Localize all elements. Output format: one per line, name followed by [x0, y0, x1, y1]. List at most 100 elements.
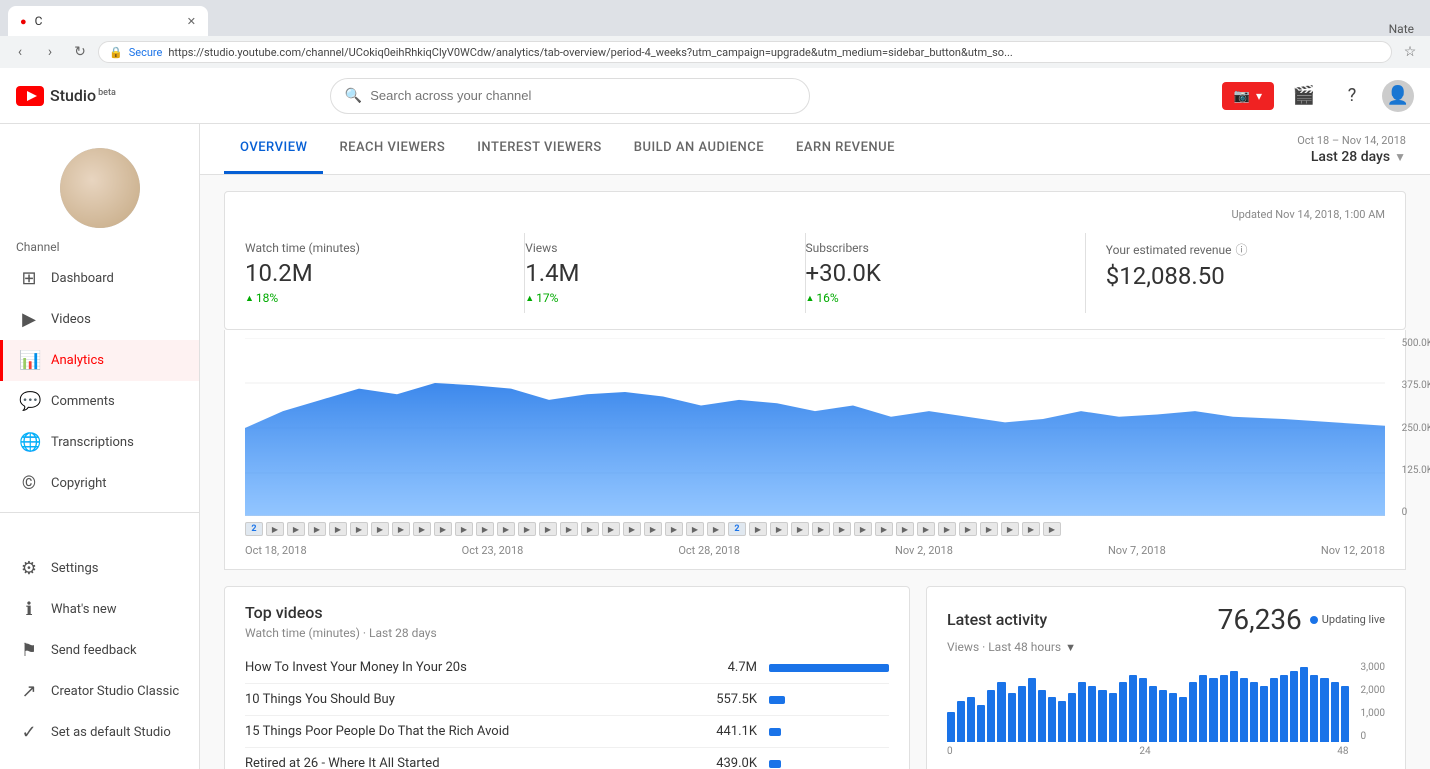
forward-button[interactable]: ›	[38, 40, 62, 64]
video-marker[interactable]: ▶	[518, 522, 536, 536]
back-button[interactable]: ‹	[8, 40, 32, 64]
video-name[interactable]: 10 Things You Should Buy	[245, 692, 695, 707]
video-marker[interactable]: ▶	[707, 522, 725, 536]
sidebar-item-copyright[interactable]: © Copyright	[0, 463, 199, 504]
video-marker[interactable]: ▶	[791, 522, 809, 536]
tab-reach-viewers[interactable]: Reach Viewers	[323, 124, 461, 174]
video-name[interactable]: How To Invest Your Money In Your 20s	[245, 660, 695, 675]
video-marker[interactable]: ▶	[854, 522, 872, 536]
live-status: 76,236 Updating live	[1218, 603, 1385, 636]
help-button[interactable]: ?	[1334, 78, 1370, 114]
tab-interest-viewers[interactable]: Interest Viewers	[461, 124, 618, 174]
channel-avatar[interactable]	[60, 148, 140, 228]
video-camera-button[interactable]: 🎬	[1286, 78, 1322, 114]
sidebar-item-comments[interactable]: 💬 Comments	[0, 381, 199, 422]
video-marker[interactable]: ▶	[1022, 522, 1040, 536]
video-marker[interactable]: ▶	[1001, 522, 1019, 536]
video-name[interactable]: 15 Things Poor People Do That the Rich A…	[245, 724, 695, 739]
video-marker[interactable]: ▶	[686, 522, 704, 536]
address-bar[interactable]: 🔒 Secure https://studio.youtube.com/chan…	[98, 41, 1392, 63]
video-marker[interactable]: ▶	[1043, 522, 1061, 536]
activity-bar	[1058, 701, 1066, 742]
tab-close-button[interactable]: ✕	[187, 15, 196, 28]
bookmark-button[interactable]: ☆	[1398, 40, 1422, 64]
video-marker[interactable]: ▶	[476, 522, 494, 536]
sidebar-item-settings[interactable]: ⚙ Settings	[0, 548, 199, 589]
video-marker[interactable]: ▶	[266, 522, 284, 536]
sidebar-item-videos[interactable]: ▶ Videos	[0, 299, 199, 340]
video-marker[interactable]: ▶	[329, 522, 347, 536]
logo[interactable]: Studio beta	[16, 86, 116, 106]
activity-subtitle: Views · Last 48 hours ▼	[947, 640, 1385, 654]
sidebar-item-feedback[interactable]: ⚑ Send feedback	[0, 630, 199, 671]
search-input[interactable]	[370, 88, 795, 103]
top-videos-panel: Top videos Watch time (minutes) · Last 2…	[224, 586, 910, 769]
activity-bar	[947, 712, 955, 742]
video-marker[interactable]: ▶	[350, 522, 368, 536]
sidebar-label-feedback: Send feedback	[51, 643, 137, 658]
sidebar-item-creator-classic[interactable]: ↗ Creator Studio Classic	[0, 671, 199, 712]
activity-bar	[977, 705, 985, 743]
video-marker[interactable]: 2	[245, 522, 263, 536]
video-marker[interactable]: ▶	[602, 522, 620, 536]
video-marker[interactable]: ▶	[308, 522, 326, 536]
video-marker[interactable]: ▶	[959, 522, 977, 536]
video-marker[interactable]: ▶	[917, 522, 935, 536]
transcriptions-icon: 🌐	[19, 432, 39, 453]
tab-overview[interactable]: Overview	[224, 124, 323, 174]
video-marker[interactable]: ▶	[371, 522, 389, 536]
copyright-icon: ©	[19, 473, 39, 494]
video-marker[interactable]: ▶	[539, 522, 557, 536]
activity-bar	[1250, 682, 1258, 742]
video-marker[interactable]: ▶	[455, 522, 473, 536]
sidebar-item-transcriptions[interactable]: 🌐 Transcriptions	[0, 422, 199, 463]
video-marker[interactable]: ▶	[938, 522, 956, 536]
video-marker[interactable]: ▶	[392, 522, 410, 536]
video-marker[interactable]: ▶	[497, 522, 515, 536]
top-videos-title: Top videos	[245, 603, 889, 622]
sidebar-item-analytics[interactable]: 📊 Analytics	[0, 340, 199, 381]
video-marker[interactable]: ▶	[287, 522, 305, 536]
video-marker[interactable]: ▶	[812, 522, 830, 536]
sidebar-item-dashboard[interactable]: ⊞ Dashboard	[0, 258, 199, 299]
create-button[interactable]: 📷 ▾	[1222, 82, 1274, 110]
video-marker[interactable]: ▶	[644, 522, 662, 536]
latest-activity-panel: Latest activity 76,236 Updating live Vie…	[926, 586, 1406, 769]
watch-time-value: 10.2M	[245, 259, 504, 287]
video-marker[interactable]: ▶	[560, 522, 578, 536]
revenue-info-icon[interactable]: ⓘ	[1236, 241, 1248, 258]
search-bar[interactable]: 🔍	[330, 78, 810, 114]
tab-earn-revenue[interactable]: Earn Revenue	[780, 124, 911, 174]
activity-bar	[1260, 686, 1268, 742]
video-marker[interactable]: ▶	[581, 522, 599, 536]
browser-tab[interactable]: ● C ✕	[8, 6, 208, 36]
activity-bar	[967, 697, 975, 742]
video-marker[interactable]: ▶	[623, 522, 641, 536]
refresh-button[interactable]: ↻	[68, 40, 92, 64]
date-range-selector[interactable]: Oct 18 – Nov 14, 2018 Last 28 days ▼	[1297, 134, 1406, 165]
video-marker[interactable]: ▶	[665, 522, 683, 536]
video-marker[interactable]: ▶	[833, 522, 851, 536]
sidebar-item-whats-new[interactable]: ℹ What's new	[0, 589, 199, 630]
live-count: 76,236	[1218, 603, 1302, 636]
sidebar-label-whats-new: What's new	[51, 602, 117, 617]
video-marker[interactable]: ▶	[413, 522, 431, 536]
video-marker[interactable]: 2	[728, 522, 746, 536]
video-name[interactable]: Retired at 26 - Where It All Started	[245, 756, 695, 769]
tab-build-audience[interactable]: Build an Audience	[618, 124, 780, 174]
video-marker[interactable]: ▶	[770, 522, 788, 536]
comments-icon: 💬	[19, 391, 39, 412]
avatar[interactable]: 👤	[1382, 80, 1414, 112]
activity-bar	[1048, 697, 1056, 742]
video-marker[interactable]: ▶	[896, 522, 914, 536]
activity-dropdown-icon[interactable]: ▼	[1065, 641, 1076, 654]
search-icon: 🔍	[345, 88, 362, 104]
activity-bar	[1008, 693, 1016, 742]
video-marker[interactable]: ▶	[434, 522, 452, 536]
stat-card-subscribers: Subscribers +30.0K 16%	[806, 233, 1086, 313]
video-marker[interactable]: ▶	[980, 522, 998, 536]
sidebar-item-set-default[interactable]: ✓ Set as default Studio	[0, 712, 199, 753]
video-marker[interactable]: ▶	[875, 522, 893, 536]
video-bar	[769, 728, 781, 736]
video-marker[interactable]: ▶	[749, 522, 767, 536]
